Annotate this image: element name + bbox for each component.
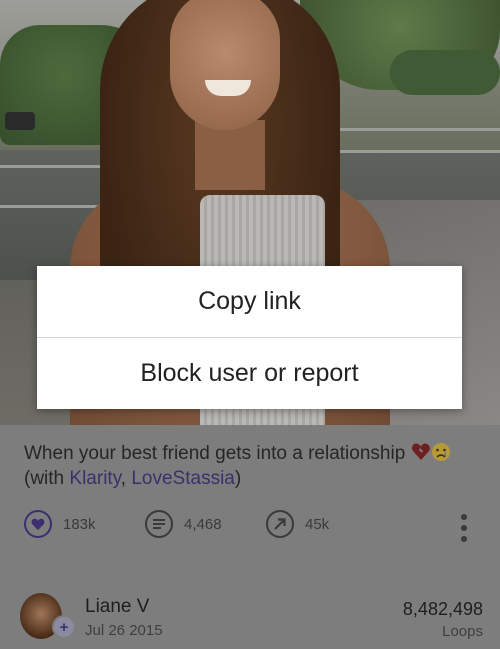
loops-label: Loops [442,623,483,640]
revine-button[interactable]: 45k [266,510,329,538]
video-person-face [170,0,280,130]
post-content: When your best friend gets into a relati… [0,425,500,649]
mention-lovestassia[interactable]: LoveStassia [131,468,235,489]
mention-separator: , [120,468,132,489]
video-railing [330,150,500,153]
follow-plus-icon[interactable]: + [52,615,76,639]
with-prefix: (with [24,468,70,489]
revine-count: 45k [305,515,330,533]
mention-klarity[interactable]: Klarity [69,468,120,489]
video-lamp [5,112,35,130]
loops-count: 8,482,498 [402,599,483,619]
comment-icon [145,510,173,538]
with-suffix: ) [234,468,242,489]
block-user-or-report-option[interactable]: Block user or report [37,338,462,409]
video-person-neck [195,120,265,190]
broken-heart-icon [411,443,430,460]
post-caption: When your best friend gets into a relati… [24,441,484,491]
crying-face-icon [431,443,450,461]
heart-icon [24,510,52,538]
like-button[interactable]: 183k [24,510,96,538]
options-popup: Copy link Block user or report [37,266,462,409]
copy-link-option[interactable]: Copy link [37,266,462,337]
action-bar: 183k 4,468 45k [0,510,500,544]
video-bush [390,50,500,95]
like-count: 183k [63,515,96,533]
revine-arrow-icon [266,510,294,538]
comment-count: 4,468 [184,515,222,533]
video-railing [330,128,500,131]
comment-button[interactable]: 4,468 [145,510,222,538]
post-date: Jul 26 2015 [85,622,163,639]
author-row[interactable]: + Liane V Jul 26 2015 8,482,498 Loops [0,585,500,649]
caption-text: When your best friend gets into a relati… [24,443,406,464]
more-options-icon[interactable] [460,514,468,542]
author-name[interactable]: Liane V [85,596,149,618]
